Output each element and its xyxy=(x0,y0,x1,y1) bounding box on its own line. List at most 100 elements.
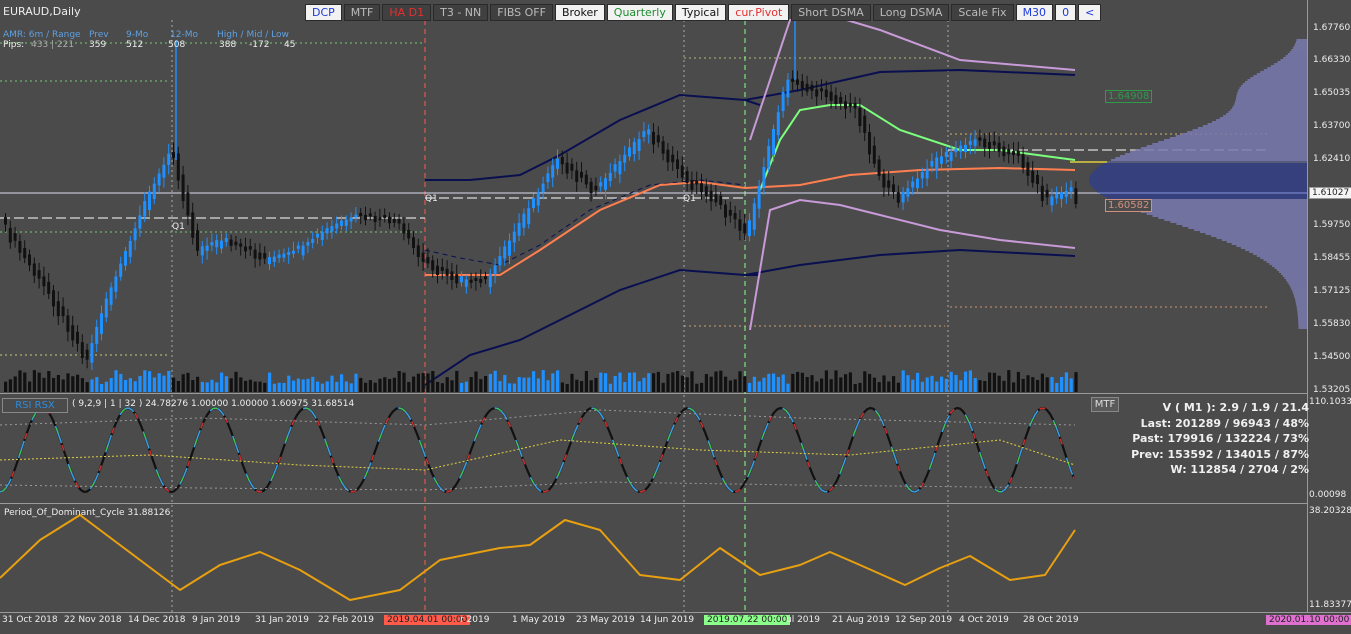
rsi-midline xyxy=(0,439,1076,471)
volume-bar xyxy=(901,370,905,392)
volume-bar xyxy=(397,371,401,392)
volume-bar xyxy=(613,376,617,392)
toolbar-button-ha-d1[interactable]: HA D1 xyxy=(382,4,432,21)
volume-bar xyxy=(1031,377,1035,392)
amr-label: AMR: 6m / Range xyxy=(3,30,81,40)
candle-body xyxy=(248,246,252,250)
volume-bar xyxy=(416,373,420,392)
volume-bar xyxy=(1060,377,1064,392)
volume-bar xyxy=(292,380,296,392)
volume-bar xyxy=(364,382,368,392)
candle-body xyxy=(872,145,876,164)
candle-body xyxy=(239,243,243,247)
candle-body xyxy=(791,78,795,82)
candle-body xyxy=(997,142,1001,152)
price-tick-label: 1.55830 xyxy=(1313,319,1351,329)
candle-body xyxy=(618,161,622,175)
toolbar-button-cur-pivot[interactable]: cur.Pivot xyxy=(728,4,790,21)
volume-bar xyxy=(215,382,219,392)
toolbar-button-mtf[interactable]: MTF xyxy=(343,4,381,21)
toolbar-button-m30[interactable]: M30 xyxy=(1015,4,1054,21)
toolbar-button-dcp[interactable]: DCP xyxy=(305,4,342,21)
candle-body xyxy=(1007,149,1011,155)
candle-body xyxy=(282,253,286,258)
volume-bar xyxy=(944,378,948,392)
volume-bar xyxy=(479,379,483,392)
volume-bar xyxy=(844,374,848,392)
volume-bar xyxy=(1050,377,1054,392)
volume-bar xyxy=(239,377,243,392)
candle-body xyxy=(335,223,339,229)
volume-bar xyxy=(460,382,464,392)
volume-bar xyxy=(642,377,646,392)
volume-bar xyxy=(248,379,252,392)
candle-body xyxy=(320,231,324,240)
toolbar-button-typical[interactable]: Typical xyxy=(674,4,727,21)
cycle-axis-bottom: 11.83377 xyxy=(1309,600,1351,610)
toolbar-button-0[interactable]: 0 xyxy=(1055,4,1077,21)
candle-body xyxy=(1021,154,1025,168)
volume-bar xyxy=(1036,379,1040,392)
volume-bar xyxy=(824,370,828,392)
volume-bar xyxy=(1007,370,1011,392)
amr-label: High / Mid / Low xyxy=(217,30,289,40)
toolbar-button-quarterly[interactable]: Quarterly xyxy=(606,4,673,21)
candle-body xyxy=(930,160,934,167)
candle-body xyxy=(229,239,233,246)
volume-bar xyxy=(680,375,684,392)
candle-body xyxy=(796,79,799,85)
volume-bar xyxy=(887,381,891,392)
candle-body xyxy=(815,89,819,97)
cycle-label: Period_Of_Dominant_Cycle 31.88126 xyxy=(4,508,171,518)
volume-bar xyxy=(277,382,281,392)
candle-body xyxy=(8,227,12,243)
volume-bar xyxy=(661,382,665,392)
candle-body xyxy=(66,315,70,332)
volume-bar xyxy=(71,376,75,392)
volume-bar xyxy=(786,383,790,392)
candle-body xyxy=(580,171,583,178)
candle-body xyxy=(301,245,305,256)
volume-bar xyxy=(196,376,200,392)
toolbar-button-scale-fix[interactable]: Scale Fix xyxy=(951,4,1014,21)
toolbar-button--[interactable]: < xyxy=(1078,4,1102,21)
candle-body xyxy=(4,217,7,225)
toolbar-button-fibs-off[interactable]: FIBS OFF xyxy=(490,4,553,21)
price-tick-label: 1.62410 xyxy=(1313,154,1351,164)
volume-bar xyxy=(992,372,996,392)
candle-body xyxy=(728,209,732,216)
candle-body xyxy=(287,251,291,255)
volume-bar xyxy=(532,371,536,392)
volume-bar xyxy=(349,383,353,392)
volume-bar xyxy=(407,382,411,392)
candle-body xyxy=(484,276,487,280)
rsi-rsx-button[interactable]: RSI RSX xyxy=(2,398,68,413)
candle-body xyxy=(503,246,507,259)
volume-bar xyxy=(714,371,718,392)
volume-bar xyxy=(584,370,588,392)
volume-bar xyxy=(949,371,953,392)
candle-body xyxy=(661,141,665,154)
price-tick-label: 1.59750 xyxy=(1313,220,1351,230)
candle-body xyxy=(1074,188,1078,204)
volume-bar xyxy=(244,380,248,392)
time-tick-label: 2019.04.01 00:00 xyxy=(384,615,471,625)
volume-bar xyxy=(892,376,896,392)
candle-body xyxy=(1050,196,1054,206)
candle-body xyxy=(584,174,588,185)
candle-body xyxy=(786,79,790,98)
mtf-toggle-button[interactable]: MTF xyxy=(1091,397,1119,412)
toolbar-button-long-dsma[interactable]: Long DSMA xyxy=(872,4,950,21)
volume-bar xyxy=(767,373,771,392)
time-tick-label: r 2019 xyxy=(460,615,490,625)
toolbar-button-broker[interactable]: Broker xyxy=(554,4,605,21)
candle-body xyxy=(450,271,454,281)
volume-bar xyxy=(229,378,233,392)
candle-body xyxy=(877,159,881,176)
toolbar-button-t3-nn[interactable]: T3 - NN xyxy=(433,4,489,21)
toolbar-button-short-dsma[interactable]: Short DSMA xyxy=(791,4,871,21)
volume-bar xyxy=(32,370,36,392)
candle-body xyxy=(373,215,377,223)
candle-body xyxy=(632,141,636,155)
candle-body xyxy=(412,237,415,248)
